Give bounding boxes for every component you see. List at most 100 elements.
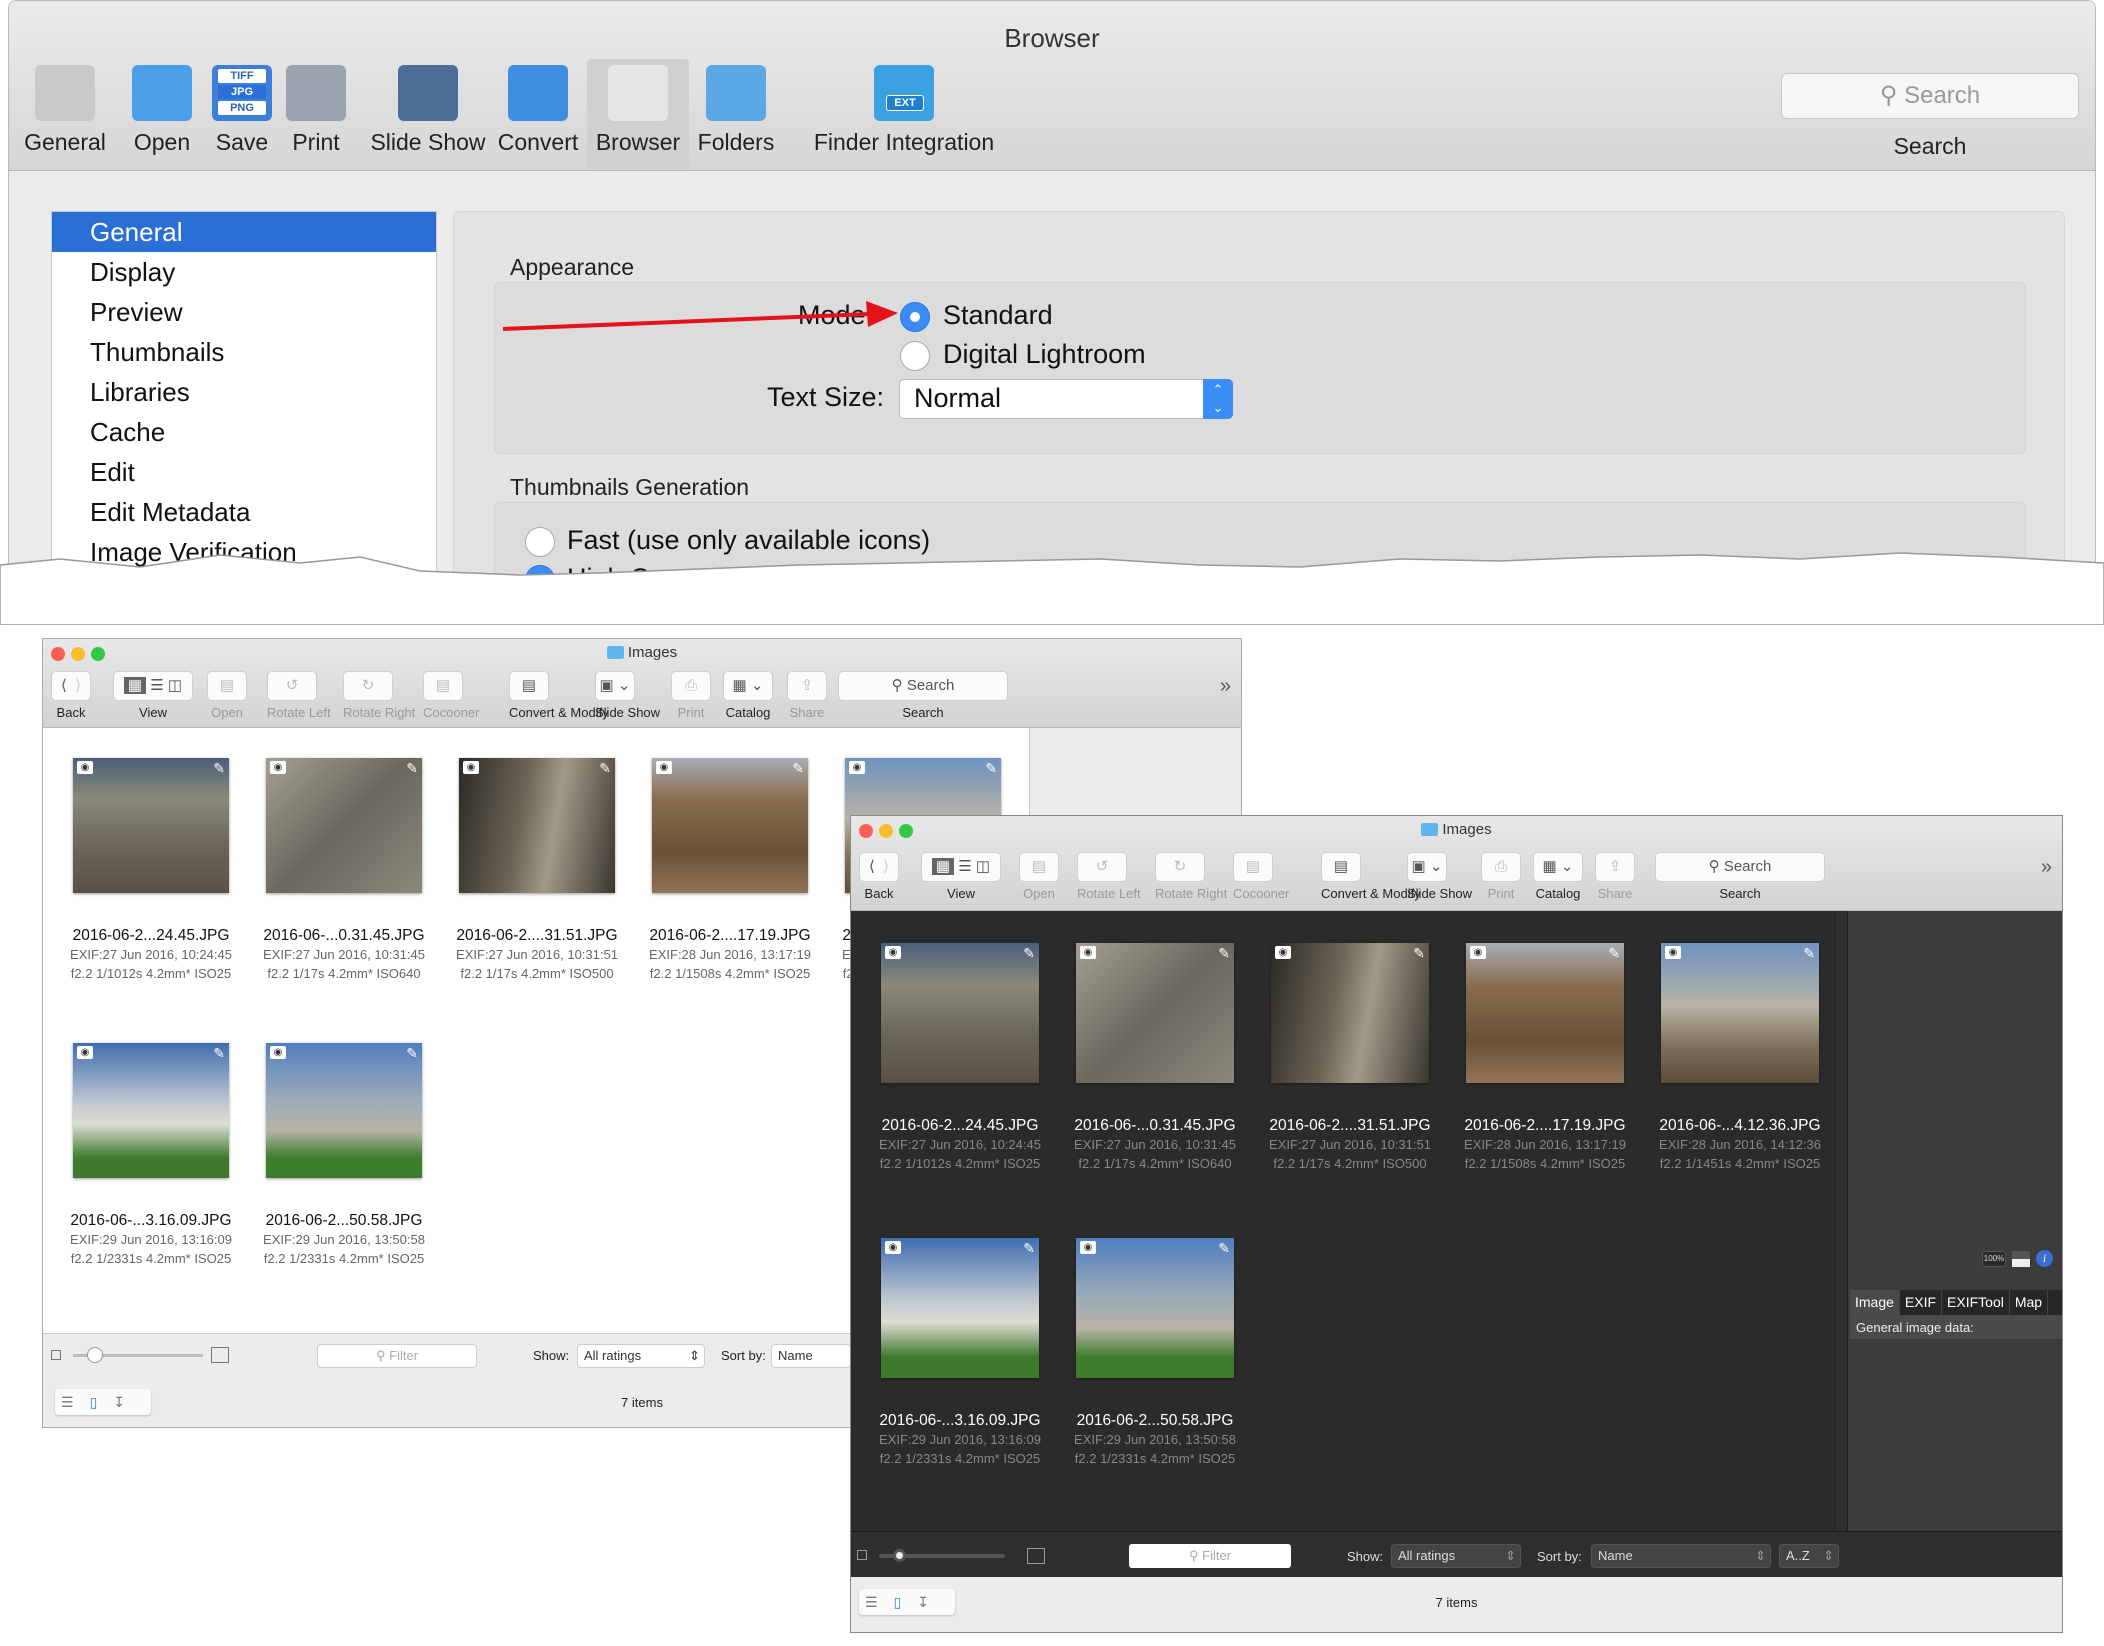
thumbnail-image[interactable]: ◉ ✎ bbox=[1271, 943, 1429, 1083]
info-tab-map[interactable]: Map bbox=[2010, 1290, 2049, 1315]
toolbar-back[interactable]: ⟨ ⟩ Back bbox=[51, 671, 91, 720]
back-forward-icon[interactable]: ⟨ ⟩ bbox=[859, 852, 899, 882]
pin-icon[interactable]: ✎ bbox=[792, 760, 804, 777]
thumbnail-image[interactable]: ◉ ✎ bbox=[881, 1238, 1039, 1378]
pin-icon[interactable]: ✎ bbox=[1608, 945, 1620, 962]
toolbar-view[interactable]: ▦ ☰ ◫ View bbox=[113, 671, 193, 720]
pin-icon[interactable]: ✎ bbox=[406, 1045, 418, 1062]
thumbnail-image[interactable]: ◉ ✎ bbox=[73, 1043, 229, 1178]
toolbar-rotate-left[interactable]: ↺ Rotate Left bbox=[1077, 852, 1141, 901]
toolbar-print[interactable]: ⎙ Print bbox=[1481, 852, 1521, 901]
search-icon[interactable]: ⚲ Search bbox=[838, 671, 1008, 701]
view-mode-icon[interactable]: ▦ ☰ ◫ bbox=[921, 852, 1001, 882]
thumbnail-image[interactable]: ◉ ✎ bbox=[266, 1043, 422, 1178]
convert-modify-icon[interactable]: ▤ bbox=[1321, 852, 1361, 882]
thumbnail-image[interactable]: ◉ ✎ bbox=[266, 758, 422, 893]
slideshow-icon[interactable]: ▣ ⌄ bbox=[1407, 852, 1447, 882]
toolbar-print[interactable]: ⎙ Print bbox=[671, 671, 711, 720]
show-ratings-select[interactable]: All ratings ⇕ bbox=[577, 1344, 705, 1368]
filter-input[interactable]: ⚲ Filter bbox=[317, 1344, 477, 1368]
pin-icon[interactable]: ✎ bbox=[213, 760, 225, 777]
toolbar-slide-show[interactable]: ▣ ⌄ Slide Show bbox=[1407, 852, 1472, 901]
back-forward-icon[interactable]: ⟨ ⟩ bbox=[51, 671, 91, 701]
toolbar-search[interactable]: ⚲ Search Search bbox=[838, 671, 1008, 720]
pin-icon[interactable]: ✎ bbox=[1803, 945, 1815, 962]
thumbnail-item[interactable]: ◉ ✎ 2016-06-2....31.51.JPG EXIF:27 Jun 2016… bbox=[429, 758, 645, 983]
convert-modify-icon[interactable]: ▤ bbox=[509, 671, 549, 701]
toolbar-rotate-left[interactable]: ↺ Rotate Left bbox=[267, 671, 331, 720]
toolbar-convert-modify[interactable]: ▤ Convert & Modify bbox=[1321, 852, 1421, 901]
toolbar-open[interactable]: ▤ Open bbox=[1019, 852, 1059, 901]
catalog-icon[interactable]: ▦ ⌄ bbox=[723, 671, 773, 701]
pin-icon[interactable]: ✎ bbox=[1023, 1240, 1035, 1257]
rotate-left-icon[interactable]: ↺ bbox=[1077, 852, 1127, 882]
info-tab-exif[interactable]: EXIF bbox=[1900, 1290, 1943, 1315]
sort-select[interactable]: Name ⇕ bbox=[1591, 1544, 1771, 1568]
thumbnail-image[interactable]: ◉ ✎ bbox=[73, 758, 229, 893]
info-tab-exiftool[interactable]: EXIFTool bbox=[1942, 1290, 2010, 1315]
pin-icon[interactable]: ✎ bbox=[406, 760, 418, 777]
histogram-icon[interactable] bbox=[2012, 1251, 2030, 1267]
thumbnail-image[interactable]: ◉ ✎ bbox=[652, 758, 808, 893]
slider-knob[interactable] bbox=[87, 1347, 103, 1363]
thumbnail-image[interactable]: ◉ ✎ bbox=[1466, 943, 1624, 1083]
toolbar-search[interactable]: ⚲ Search Search bbox=[1655, 852, 1825, 901]
thumbnail-image[interactable]: ◉ ✎ bbox=[881, 943, 1039, 1083]
rotate-right-icon[interactable]: ↻ bbox=[343, 671, 393, 701]
thumbnail-item[interactable]: ◉ ✎ 2016-06-...0.31.45.JPG EXIF:27 Jun 2016… bbox=[236, 758, 452, 983]
catalog-icon[interactable]: ▦ ⌄ bbox=[1533, 852, 1583, 882]
open-icon[interactable]: ▤ bbox=[207, 671, 247, 701]
pin-icon[interactable]: ✎ bbox=[213, 1045, 225, 1062]
toolbar-open[interactable]: ▤ Open bbox=[207, 671, 247, 720]
share-icon[interactable]: ⇪ bbox=[1595, 852, 1635, 882]
thumbnail-item[interactable]: ◉ ✎ 2016-06-2...24.45.JPG EXIF:27 Jun 2016,… bbox=[43, 758, 259, 983]
cocooner-icon[interactable]: ▤ bbox=[1233, 852, 1273, 882]
toolbar-convert-modify[interactable]: ▤ Convert & Modify bbox=[509, 671, 609, 720]
slideshow-icon[interactable]: ▣ ⌄ bbox=[595, 671, 635, 701]
thumbnail-image[interactable]: ◉ ✎ bbox=[459, 758, 615, 893]
pin-icon[interactable]: ✎ bbox=[985, 760, 997, 777]
toolbar-overflow-button[interactable]: » bbox=[1220, 675, 1231, 698]
toolbar-slide-show[interactable]: ▣ ⌄ Slide Show bbox=[595, 671, 660, 720]
print-icon[interactable]: ⎙ bbox=[1481, 852, 1521, 882]
open-icon[interactable]: ▤ bbox=[1019, 852, 1059, 882]
sort-select[interactable]: Name bbox=[771, 1344, 851, 1368]
info-tab-image[interactable]: Image bbox=[1850, 1290, 1900, 1315]
sort-order-select[interactable]: A..Z ⇕ bbox=[1779, 1544, 1839, 1568]
pin-icon[interactable]: ✎ bbox=[1023, 945, 1035, 962]
pin-icon[interactable]: ✎ bbox=[1218, 945, 1230, 962]
thumbnail-item[interactable]: ◉ ✎ 2016-06-...3.16.09.JPG EXIF:29 Jun 2016… bbox=[851, 1238, 1069, 1468]
thumbnail-item[interactable]: ◉ ✎ 2016-06-2....17.19.JPG EXIF:28 Jun 2016… bbox=[1436, 943, 1654, 1173]
toolbar-rotate-right[interactable]: ↻ Rotate Right bbox=[343, 671, 415, 720]
toolbar-share[interactable]: ⇪ Share bbox=[787, 671, 827, 720]
share-icon[interactable]: ⇪ bbox=[787, 671, 827, 701]
toolbar-catalog[interactable]: ▦ ⌄ Catalog bbox=[1533, 852, 1583, 901]
view-mode-icon[interactable]: ▦ ☰ ◫ bbox=[113, 671, 193, 701]
pin-icon[interactable]: ✎ bbox=[599, 760, 611, 777]
thumbnail-item[interactable]: ◉✎2016-06-...4.12.36.JPGEXIF:28 Jun 2016… bbox=[1631, 943, 1849, 1173]
toolbar-rotate-right[interactable]: ↻ Rotate Right bbox=[1155, 852, 1227, 901]
thumbnail-item[interactable]: ◉ ✎ 2016-06-2....31.51.JPG EXIF:27 Jun 2016… bbox=[1241, 943, 1459, 1173]
thumbnail-item[interactable]: ◉ ✎ 2016-06-...3.16.09.JPG EXIF:29 Jun 2016… bbox=[43, 1043, 259, 1268]
thumbnail-image[interactable]: ◉ ✎ bbox=[1076, 943, 1234, 1083]
toolbar-cocooner[interactable]: ▤ Cocooner bbox=[1233, 852, 1289, 901]
thumbnail-item[interactable]: ◉ ✎ 2016-06-2...50.58.JPG EXIF:29 Jun 2016,… bbox=[1046, 1238, 1264, 1468]
toolbar-catalog[interactable]: ▦ ⌄ Catalog bbox=[723, 671, 773, 720]
print-icon[interactable]: ⎙ bbox=[671, 671, 711, 701]
rotate-left-icon[interactable]: ↺ bbox=[267, 671, 317, 701]
thumbnail-item[interactable]: ◉ ✎ 2016-06-2....17.19.JPG EXIF:28 Jun 2016… bbox=[622, 758, 838, 983]
pin-icon[interactable]: ✎ bbox=[1218, 1240, 1230, 1257]
thumbnail-item[interactable]: ◉ ✎ 2016-06-...0.31.45.JPG EXIF:27 Jun 2016… bbox=[1046, 943, 1264, 1173]
zoom-badge[interactable]: 100% bbox=[1982, 1251, 2006, 1267]
toolbar-back[interactable]: ⟨ ⟩ Back bbox=[859, 852, 899, 901]
thumbnail-item[interactable]: ◉ ✎ 2016-06-2...24.45.JPG EXIF:27 Jun 2016,… bbox=[851, 943, 1069, 1173]
thumbnail-image[interactable]: ◉ ✎ bbox=[1661, 943, 1819, 1083]
slider-knob[interactable] bbox=[893, 1549, 906, 1562]
toolbar-share[interactable]: ⇪ Share bbox=[1595, 852, 1635, 901]
toolbar-cocooner[interactable]: ▤ Cocooner bbox=[423, 671, 479, 720]
toolbar-view[interactable]: ▦ ☰ ◫ View bbox=[921, 852, 1001, 901]
rotate-right-icon[interactable]: ↻ bbox=[1155, 852, 1205, 882]
search-icon[interactable]: ⚲ Search bbox=[1655, 852, 1825, 882]
pin-icon[interactable]: ✎ bbox=[1413, 945, 1425, 962]
scrollbar[interactable] bbox=[1835, 911, 1847, 1531]
